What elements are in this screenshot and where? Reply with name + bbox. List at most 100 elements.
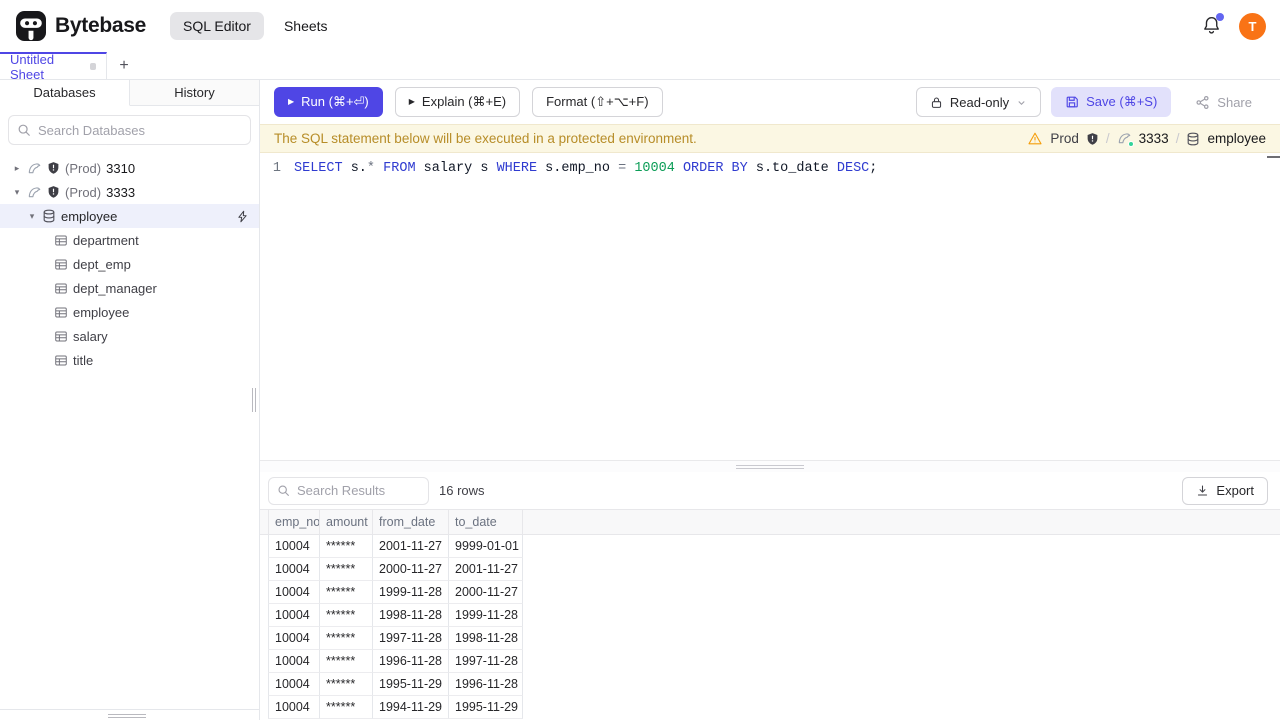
table-cell: 1999-11-28 <box>449 604 523 627</box>
database-label[interactable]: employee <box>1207 131 1266 146</box>
table-cell: ****** <box>320 604 373 627</box>
sql-editor[interactable]: 1 SELECT s.* FROM salary s WHERE s.emp_n… <box>260 153 1280 460</box>
table-row[interactable]: 10004 ****** 1997-11-28 1998-11-28 <box>268 627 1280 650</box>
tab-untitled-sheet[interactable]: Untitled Sheet <box>0 51 107 82</box>
table-row[interactable]: 10004 ****** 1998-11-28 1999-11-28 <box>268 604 1280 627</box>
tree-table-department[interactable]: department <box>0 228 259 252</box>
bytebase-logo-icon <box>16 11 46 41</box>
column-header-amount[interactable]: amount <box>320 510 373 534</box>
caret-down-icon[interactable]: ▾ <box>12 187 22 198</box>
table-cell: 2001-11-27 <box>373 535 449 558</box>
tree-table-title[interactable]: title <box>0 348 259 372</box>
column-header-emp_no[interactable]: emp_no <box>268 510 320 534</box>
table-icon <box>54 330 68 343</box>
nav-sql-editor[interactable]: SQL Editor <box>169 12 264 40</box>
table-cell: 10004 <box>268 696 320 719</box>
readonly-mode-dropdown[interactable]: Read-only <box>915 87 1042 117</box>
notifications-bell-icon[interactable] <box>1201 13 1224 37</box>
explain-button[interactable]: ▶ Explain (⌘+E) <box>394 87 521 117</box>
table-row[interactable]: 10004 ****** 1994-11-29 1995-11-29 <box>268 696 1280 719</box>
share-button[interactable]: Share <box>1181 87 1266 117</box>
table-icon <box>54 306 68 319</box>
table-row[interactable]: 10004 ****** 1996-11-28 1997-11-28 <box>268 650 1280 673</box>
results-panel: 16 rows Export emp_noamountfrom_dateto_d… <box>260 472 1280 720</box>
table-cell: ****** <box>320 581 373 604</box>
table-cell: 1996-11-28 <box>373 650 449 673</box>
table-icon <box>54 234 68 247</box>
caret-down-icon[interactable]: ▾ <box>27 211 37 222</box>
code-line[interactable]: 1 SELECT s.* FROM salary s WHERE s.emp_n… <box>260 159 1280 178</box>
database-tree: ▸ (Prod) 3310 ▾ (Prod) 3333 ▾ employee departmen… <box>0 154 259 709</box>
table-row[interactable]: 10004 ****** 2000-11-27 2001-11-27 <box>268 558 1280 581</box>
table-icon <box>54 354 68 367</box>
sidebar: Databases History ▸(Prod)3310▾(Prod)3333… <box>0 80 260 720</box>
tree-table-employee[interactable]: employee <box>0 300 259 324</box>
table-cell: 9999-01-01 <box>449 535 523 558</box>
editor-toolbar: ▶ Run (⌘+⏎) ▶ Explain (⌘+E) Format (⇧+⌥+… <box>260 80 1280 124</box>
export-button[interactable]: Export <box>1182 476 1268 505</box>
table-cell: ****** <box>320 535 373 558</box>
save-button[interactable]: Save (⌘+S) <box>1051 87 1172 117</box>
bolt-icon[interactable] <box>236 210 249 223</box>
tree-table-dept_manager[interactable]: dept_manager <box>0 276 259 300</box>
search-icon <box>17 123 31 137</box>
tree-database-employee[interactable]: ▾ employee <box>0 204 259 228</box>
table-cell: 1995-11-29 <box>449 696 523 719</box>
connection-status-dot <box>1127 141 1134 147</box>
avatar[interactable]: T <box>1239 12 1266 40</box>
warning-icon <box>1027 131 1043 146</box>
connection-breadcrumb: Prod / 3333 / employee <box>1027 131 1266 147</box>
tab-history[interactable]: History <box>130 80 259 105</box>
table-row[interactable]: 10004 ****** 1999-11-28 2000-11-27 <box>268 581 1280 604</box>
tab-databases[interactable]: Databases <box>0 80 130 106</box>
table-icon <box>54 258 68 271</box>
tree-instance-3310[interactable]: ▸ (Prod) 3310 <box>0 156 259 180</box>
table-cell: 1998-11-28 <box>373 604 449 627</box>
banner-message: The SQL statement below will be executed… <box>274 131 697 146</box>
nav-sheets[interactable]: Sheets <box>284 18 328 34</box>
brand[interactable]: Bytebase <box>16 11 146 41</box>
unread-badge <box>1216 13 1224 21</box>
add-sheet-button[interactable]: + <box>107 52 141 79</box>
table-cell: 10004 <box>268 558 320 581</box>
sidebar-bottom-resize-handle[interactable] <box>108 714 146 718</box>
table-cell: ****** <box>320 673 373 696</box>
results-resize-handle[interactable] <box>260 460 1280 472</box>
tree-table-dept_emp[interactable]: dept_emp <box>0 252 259 276</box>
database-search-input[interactable] <box>38 122 242 138</box>
table-cell: 1999-11-28 <box>373 581 449 604</box>
caret-right-icon[interactable]: ▸ <box>12 163 22 174</box>
table-cell: 1994-11-29 <box>373 696 449 719</box>
table-cell: 2001-11-27 <box>449 558 523 581</box>
sheet-tab-strip: Untitled Sheet + <box>0 51 1280 82</box>
column-header-to_date[interactable]: to_date <box>449 510 523 534</box>
sidebar-resize-handle[interactable] <box>252 388 258 412</box>
tree-table-salary[interactable]: salary <box>0 324 259 348</box>
sheet-tab-label: Untitled Sheet <box>10 51 55 82</box>
shield-icon <box>47 161 60 175</box>
results-search[interactable] <box>268 476 473 505</box>
table-header-row: emp_no amount from_date to_date <box>260 509 1280 535</box>
save-icon <box>1065 95 1079 109</box>
table-cell: 10004 <box>268 604 320 627</box>
play-icon: ▶ <box>288 97 295 106</box>
database-search[interactable] <box>8 115 251 145</box>
table-cell: ****** <box>320 627 373 650</box>
table-row[interactable]: 10004 ****** 1995-11-29 1996-11-28 <box>268 673 1280 696</box>
table-cell: 2000-11-27 <box>449 581 523 604</box>
database-icon <box>42 209 56 223</box>
top-bar-right: T <box>1201 12 1266 40</box>
drag-grip-icon <box>736 464 804 469</box>
format-button[interactable]: Format (⇧+⌥+F) <box>532 87 663 117</box>
column-header-from_date[interactable]: from_date <box>373 510 449 534</box>
instance-label[interactable]: 3333 <box>1139 131 1169 146</box>
run-button[interactable]: ▶ Run (⌘+⏎) <box>274 87 383 117</box>
database-icon <box>1186 132 1200 146</box>
chevron-down-icon <box>1016 97 1027 108</box>
play-icon: ▶ <box>408 97 415 106</box>
brand-name: Bytebase <box>55 14 146 37</box>
table-row[interactable]: 10004 ****** 2001-11-27 9999-01-01 <box>268 535 1280 558</box>
results-table: emp_no amount from_date to_date 10004 ****** 2… <box>260 509 1280 720</box>
environment-label: Prod <box>1050 131 1079 146</box>
tree-instance-3333[interactable]: ▾ (Prod) 3333 <box>0 180 259 204</box>
